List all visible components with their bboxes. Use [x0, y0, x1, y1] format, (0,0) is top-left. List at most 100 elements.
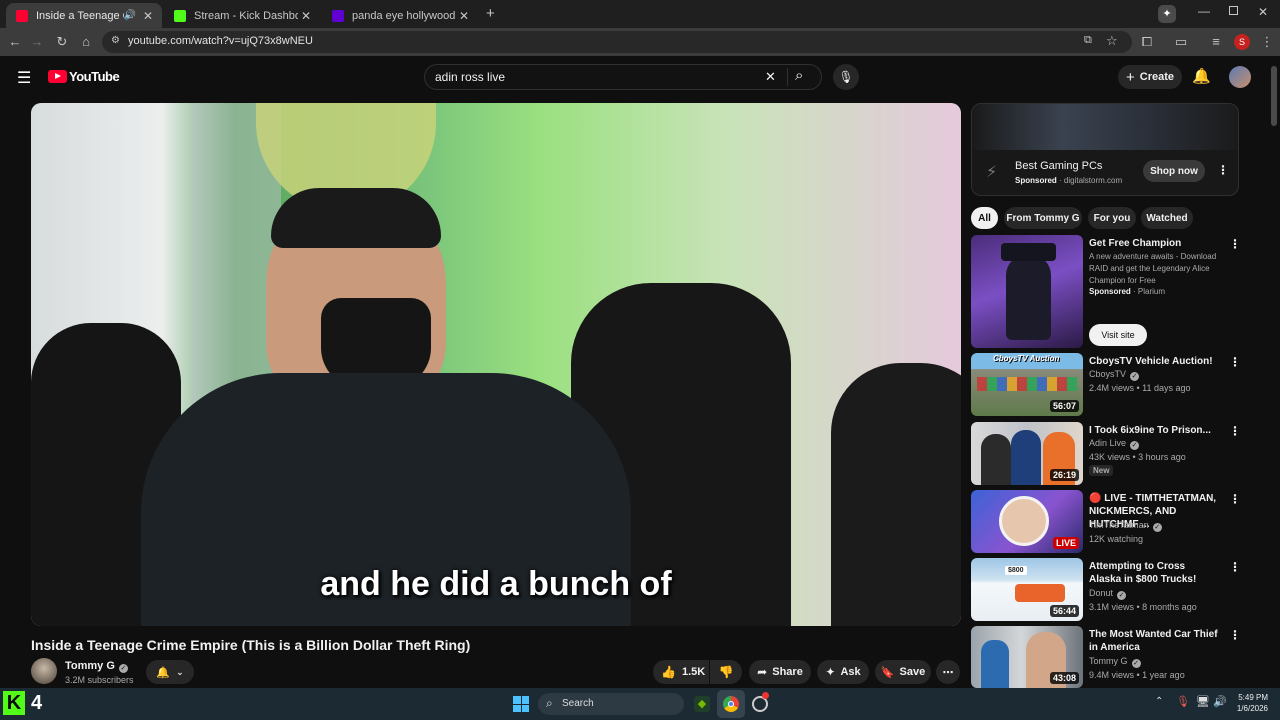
search-input[interactable]: adin ross live ✕ ⌕	[424, 64, 822, 90]
recommendation-item[interactable]: 26:19 I Took 6ix9ine To Prison... Adin L…	[971, 422, 1241, 485]
reading-list-icon[interactable]: ≡	[1207, 33, 1225, 51]
address-bar[interactable]: ⚙ youtube.com/watch?v=ujQ73x8wNEU ⧉ ☆	[102, 31, 1132, 53]
account-avatar[interactable]	[1229, 66, 1251, 88]
volume-icon[interactable]: 🔊	[1213, 695, 1227, 708]
forward-icon[interactable]: →	[28, 33, 46, 51]
create-button[interactable]: + Create	[1118, 65, 1182, 89]
youtube-favicon-icon	[16, 9, 28, 22]
reload-icon[interactable]: ↻	[53, 33, 71, 51]
taskbar-search-box[interactable]: ⌕ Search	[538, 693, 684, 715]
close-tab-icon[interactable]: ✕	[456, 9, 472, 23]
chip-from-tommy-g[interactable]: From Tommy G	[1004, 207, 1082, 229]
windows-start-icon[interactable]	[513, 696, 529, 712]
notifications-bell-icon[interactable]: 🔔	[1192, 67, 1211, 85]
chrome-menu-icon[interactable]: ⋮	[1258, 33, 1276, 51]
recommendation-item[interactable]: LIVE 🔴 LIVE - TIMTHETATMAN, NICKMERCS, A…	[971, 490, 1241, 553]
clock-date: 1/6/2026	[1236, 704, 1268, 713]
rec-title: I Took 6ix9ine To Prison...	[1089, 425, 1211, 436]
extensions-icon[interactable]: ⧠	[1138, 33, 1156, 51]
split-view-icon[interactable]: ▭	[1172, 33, 1190, 51]
network-icon[interactable]: 🖥	[1196, 695, 1210, 708]
youtube-logo[interactable]: YouTube	[48, 69, 120, 84]
page-scrollbar[interactable]	[1270, 62, 1278, 682]
video-player[interactable]: and he did a bunch of	[31, 103, 961, 626]
more-vert-icon[interactable]: ⋮	[1229, 355, 1241, 369]
scrollbar-thumb[interactable]	[1271, 66, 1277, 126]
sponsored-recommendation[interactable]: Get Free Champion A new adventure awaits…	[971, 235, 1241, 348]
visit-site-button[interactable]: Visit site	[1089, 324, 1147, 346]
chevron-down-icon: ⌄	[176, 666, 184, 677]
show-hidden-icons-chevron-icon[interactable]: ⌃	[1155, 696, 1163, 707]
minimize-icon[interactable]: —	[1198, 4, 1210, 18]
youtube-play-logo-icon	[48, 70, 67, 83]
recommendation-item[interactable]: 43:08 The Most Wanted Car Thief in Ameri…	[971, 626, 1241, 688]
obs-icon[interactable]	[752, 692, 769, 712]
tab-youtube[interactable]: Inside a Teenage Crime Empi 🔊 ✕	[6, 3, 162, 28]
hamburger-menu-icon[interactable]: ☰	[17, 68, 31, 88]
url-text: youtube.com/watch?v=ujQ73x8wNEU	[128, 35, 313, 47]
install-app-icon[interactable]: ⧉	[1084, 34, 1092, 47]
more-vert-icon[interactable]: ⋮	[1229, 628, 1241, 642]
save-button[interactable]: 🔖 Save	[875, 660, 931, 684]
recommendation-item[interactable]: CboysTV Auction 56:07 CboysTV Vehicle Au…	[971, 353, 1241, 416]
tab-kick-dashboard[interactable]: Stream - Kick Dashboard ✕	[164, 3, 320, 28]
microphone-icon[interactable]: 🎙	[1176, 695, 1190, 708]
yahoo-favicon-icon	[332, 9, 344, 22]
close-tab-icon[interactable]: ✕	[140, 9, 156, 23]
rec-meta: 9.4M views • 1 year ago	[1089, 670, 1185, 680]
close-window-icon[interactable]: ✕	[1258, 5, 1268, 19]
rec-title: CboysTV Vehicle Auction!	[1089, 356, 1213, 367]
rec-meta: 3.1M views • 8 months ago	[1089, 602, 1197, 612]
tab-title: Stream - Kick Dashboard	[194, 9, 298, 22]
video-thumbnail: 43:08	[971, 626, 1083, 688]
ad-meta: Sponsored · digitalstorm.com	[1015, 176, 1122, 185]
clear-search-icon[interactable]: ✕	[765, 69, 776, 85]
sparkle-icon: ✦	[825, 665, 836, 679]
gemini-sparkle-icon[interactable]: ✦	[1158, 5, 1176, 23]
chip-all[interactable]: All	[971, 207, 998, 229]
recommendation-item[interactable]: $800 56:44 Attempting to Cross Alaska in…	[971, 558, 1241, 621]
browser-toolbar: ← → ↻ ⌂ ⚙ youtube.com/watch?v=ujQ73x8wNE…	[0, 28, 1280, 56]
kick-logo-icon[interactable]: K	[3, 691, 25, 715]
speaker-icon[interactable]: 🔊	[124, 10, 136, 21]
site-info-icon[interactable]: ⚙	[111, 35, 120, 46]
rec-title: The Most Wanted Car Thief in America	[1089, 629, 1218, 653]
home-icon[interactable]: ⌂	[77, 33, 95, 51]
rec-channel-row: Adin Live ✓	[1089, 438, 1140, 450]
person-2	[1011, 430, 1041, 485]
more-vert-icon[interactable]: ⋮	[1229, 560, 1241, 574]
taskbar-clock[interactable]: 5:49 PM 1/6/2026	[1234, 692, 1268, 714]
dislike-button[interactable]: 👎	[710, 660, 742, 684]
create-label: Create	[1139, 71, 1174, 83]
thumbs-down-icon: 👎	[718, 665, 734, 679]
more-vert-icon[interactable]: ⋮	[1229, 424, 1241, 438]
nvidia-icon[interactable]: ◆	[694, 696, 710, 712]
subscription-bell-button[interactable]: 🔔 ⌄	[146, 660, 194, 684]
ad-menu-icon[interactable]: ⋮	[1217, 163, 1229, 177]
rec-channel-row: Tommy G ✓	[1089, 656, 1141, 668]
new-tab-button[interactable]: +	[486, 5, 495, 22]
ad-card[interactable]: ⚡ Best Gaming PCs Sponsored · digitalsto…	[971, 103, 1239, 196]
chrome-taskbar-button[interactable]	[717, 690, 745, 718]
chip-watched[interactable]: Watched	[1141, 207, 1193, 229]
chip-for-you[interactable]: For you	[1088, 207, 1136, 229]
more-actions-button[interactable]: ⋯	[936, 660, 960, 684]
ask-button[interactable]: ✦ Ask	[817, 660, 869, 684]
search-icon[interactable]: ⌕	[795, 67, 803, 84]
more-vert-icon[interactable]: ⋮	[1229, 237, 1241, 251]
shop-now-button[interactable]: Shop now	[1143, 160, 1205, 182]
back-icon[interactable]: ←	[6, 33, 24, 51]
profile-avatar[interactable]: S	[1234, 34, 1250, 50]
bookmark-star-icon[interactable]: ☆	[1106, 33, 1118, 49]
tab-yahoo-image[interactable]: panda eye hollywood - - Image ✕	[322, 3, 478, 28]
maximize-icon[interactable]	[1229, 6, 1238, 15]
verified-badge-icon: ✓	[1130, 372, 1140, 381]
youtube-logo-text: YouTube	[69, 69, 120, 84]
more-vert-icon[interactable]: ⋮	[1229, 492, 1241, 506]
like-button[interactable]: 👍 1.5K	[653, 660, 709, 684]
channel-name-row[interactable]: Tommy G ✓	[65, 660, 128, 673]
voice-search-mic-icon[interactable]: 🎙	[833, 64, 859, 90]
channel-avatar[interactable]	[31, 658, 57, 684]
close-tab-icon[interactable]: ✕	[298, 9, 314, 23]
share-button[interactable]: ➦ Share	[749, 660, 811, 684]
